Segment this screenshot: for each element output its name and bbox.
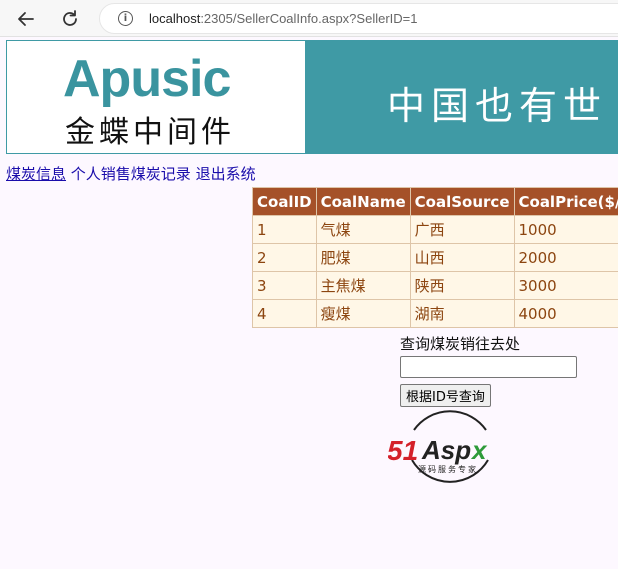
svg-text:x: x <box>470 435 488 465</box>
link-sales-records[interactable]: 个人销售煤炭记录 <box>71 165 191 183</box>
table-cell: 2 <box>252 243 317 272</box>
column-header: CoalName <box>315 187 411 216</box>
table-cell: 4000 <box>513 299 618 328</box>
link-logout[interactable]: 退出系统 <box>196 165 256 183</box>
table-cell: 瘦煤 <box>315 299 411 328</box>
address-bar[interactable]: i localhost:2305/SellerCoalInfo.aspx?Sel… <box>99 3 618 34</box>
table-header-row: CoalID CoalName CoalSource CoalPrice($/t… <box>252 187 618 216</box>
nav-links: 煤炭信息 个人销售煤炭记录 退出系统 <box>6 163 256 184</box>
back-button[interactable] <box>13 6 39 32</box>
reload-icon <box>63 10 77 26</box>
logo-subtitle: 金蝶中间件 <box>65 115 235 150</box>
svg-text:源码服务专家: 源码服务专家 <box>418 464 478 474</box>
site-info-icon[interactable]: i <box>118 11 133 26</box>
table-cell: 肥煤 <box>315 243 411 272</box>
logo-wordmark: Apusic <box>63 50 231 108</box>
query-label: 查询煤炭销往去处 <box>400 335 521 353</box>
table-cell: 广西 <box>409 215 515 244</box>
header-banner: Apusic 金蝶中间件 中国也有世 <box>6 40 618 154</box>
table-cell: 1000 <box>513 215 618 244</box>
table-cell: 主焦煤 <box>315 271 411 300</box>
back-arrow-icon <box>18 12 34 26</box>
51aspx-logo: 51 Asp x 源码服务专家 <box>388 410 489 483</box>
table-row: 2 肥煤 山西 2000 <box>252 243 618 272</box>
reload-button[interactable] <box>57 6 83 32</box>
svg-text:Asp: Asp <box>421 435 471 465</box>
table-cell: 陕西 <box>409 271 515 300</box>
table-cell: 气煤 <box>315 215 411 244</box>
browser-toolbar: i localhost:2305/SellerCoalInfo.aspx?Sel… <box>0 0 618 37</box>
apusic-logo: Apusic 金蝶中间件 <box>7 41 305 153</box>
table-cell: 山西 <box>409 243 515 272</box>
table-cell: 3000 <box>513 271 618 300</box>
column-header: CoalPrice($/t) <box>513 187 618 216</box>
table-row: 4 瘦煤 湖南 4000 <box>252 299 618 328</box>
url-text: localhost:2305/SellerCoalInfo.aspx?Selle… <box>149 11 418 26</box>
table-cell: 3 <box>252 271 317 300</box>
seller-id-input[interactable] <box>400 356 577 378</box>
table-cell: 2000 <box>513 243 618 272</box>
banner-slogan: 中国也有世 <box>387 84 608 128</box>
table-row: 1 气煤 广西 1000 <box>252 215 618 244</box>
link-coal-info[interactable]: 煤炭信息 <box>6 165 66 183</box>
table-cell: 4 <box>252 299 317 328</box>
coal-table: CoalID CoalName CoalSource CoalPrice($/t… <box>252 187 618 328</box>
column-header: CoalSource <box>409 187 515 216</box>
table-row: 3 主焦煤 陕西 3000 <box>252 271 618 300</box>
svg-text:51: 51 <box>388 435 418 466</box>
column-header: CoalID <box>252 187 317 216</box>
table-cell: 1 <box>252 215 317 244</box>
table-cell: 湖南 <box>409 299 515 328</box>
